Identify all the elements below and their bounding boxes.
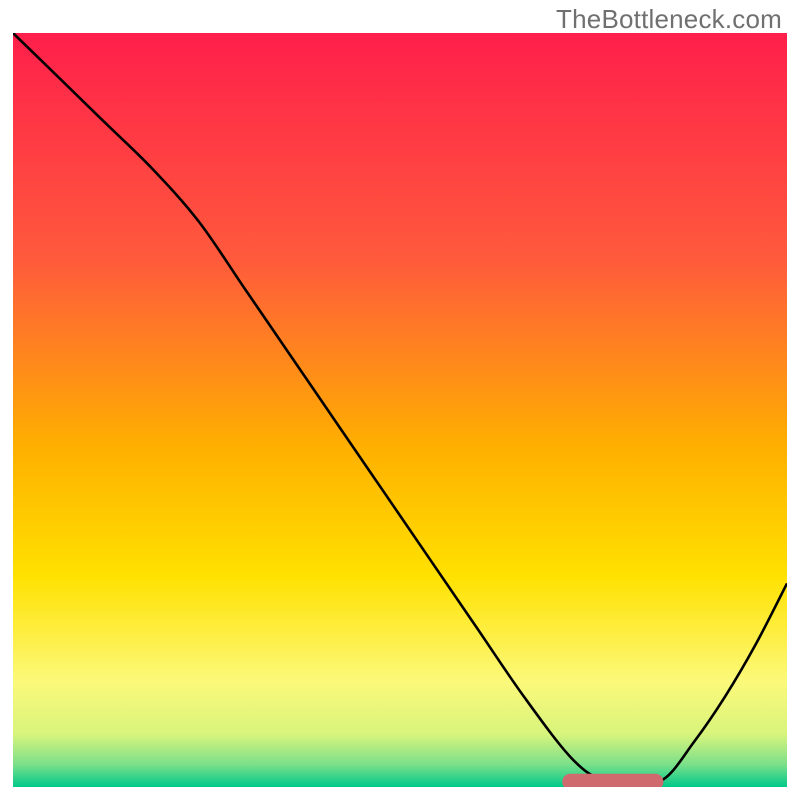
chart-plot <box>13 33 787 787</box>
chart-svg <box>13 33 787 787</box>
watermark-text: TheBottleneck.com <box>556 4 782 35</box>
